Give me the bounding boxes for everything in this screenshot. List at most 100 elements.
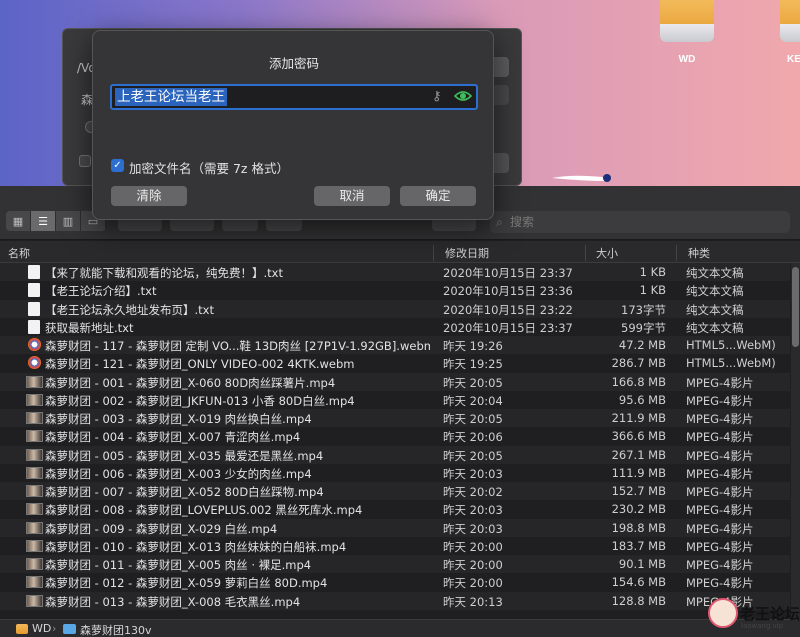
file-name: 森萝财团 - 010 - 森萝财团_X-013 肉丝妹妹的白船袜.mp4 [45, 539, 347, 554]
file-row[interactable]: 森萝财团 - 012 - 森萝财团_X-059 萝莉白丝 80D.mp4 昨天 2… [0, 573, 790, 592]
file-name: 森萝财团 - 013 - 森萝财团_X-008 毛衣黑丝.mp4 [45, 594, 301, 609]
file-kind: 纯文本文稿 [686, 266, 744, 280]
file-size: 95.6 MB [618, 392, 666, 407]
video-file-icon [26, 375, 43, 388]
text-file-icon [28, 283, 40, 298]
dialog-title: 添加密码 [268, 56, 319, 71]
video-file-icon [26, 576, 43, 589]
file-row[interactable]: 森萝财团 - 007 - 森萝财团_X-052 80D白丝踩物.mp4 昨天 20… [0, 482, 790, 501]
file-date: 2020年10月15日 23:37 [443, 320, 573, 335]
file-size: 198.8 MB [611, 520, 666, 535]
file-kind: MPEG-4影片 [686, 539, 754, 554]
drive-icon [16, 624, 28, 634]
file-name: 森萝财团 - 004 - 森萝财团_X-007 青涩肉丝.mp4 [45, 430, 301, 445]
file-kind: MPEG-4影片 [686, 576, 754, 591]
file-size: 599字节 [621, 320, 666, 335]
file-size: 166.8 MB [611, 374, 666, 389]
file-date: 昨天 20:04 [443, 393, 503, 408]
file-kind: HTML5...WebM) [686, 338, 776, 352]
file-row[interactable]: 森萝财团 - 001 - 森萝财团_X-060 80D肉丝踩薯片.mp4 昨天 2… [0, 372, 790, 391]
file-date: 昨天 20:00 [443, 558, 503, 572]
file-row[interactable]: 森萝财团 - 117 - 森萝财团 定制 VO...鞋 13D肉丝 [27P1V… [0, 336, 790, 355]
file-name: 【来了就能下载和观看的论坛，纯免费！】.txt [45, 266, 283, 280]
wd-drive-icon[interactable] [660, 0, 714, 42]
text-file-icon [28, 301, 40, 316]
path-drive[interactable]: WD [32, 622, 51, 635]
file-row[interactable]: 森萝财团 - 003 - 森萝财团_X-019 肉丝换白丝.mp4 昨天 20:0… [0, 409, 790, 428]
file-size: 366.6 MB [611, 429, 666, 444]
file-row[interactable]: 森萝财团 - 010 - 森萝财团_X-013 肉丝妹妹的白船袜.mp4 昨天 2… [0, 536, 790, 555]
view-switcher[interactable]: ▦ ☰ ▥ ▭ [6, 211, 106, 231]
video-file-icon [26, 558, 43, 570]
path-separator-icon: › [52, 622, 57, 635]
file-row[interactable]: 【来了就能下载和观看的论坛，纯免费！】.txt 2020年10月15日 23:37… [0, 263, 790, 282]
file-kind: MPEG-4影片 [686, 448, 754, 463]
file-name: 获取最新地址.txt [45, 320, 134, 335]
scroll-thumb[interactable] [792, 267, 799, 347]
encrypt-filenames-checkbox[interactable]: ✓ [111, 159, 124, 172]
video-file-icon [26, 503, 43, 516]
video-file-icon [26, 521, 43, 534]
file-size: 173字节 [621, 302, 666, 317]
clear-button[interactable]: 清除 [111, 186, 187, 206]
column-view-button[interactable]: ▥ [56, 211, 81, 231]
file-row[interactable]: 森萝财团 - 009 - 森萝财团_X-029 白丝.mp4 昨天 20:03 19… [0, 518, 790, 537]
date-column-header[interactable]: 修改日期 [445, 245, 489, 261]
file-date: 昨天 20:00 [443, 576, 503, 591]
eye-icon[interactable] [454, 88, 472, 104]
file-date: 昨天 20:05 [443, 448, 503, 463]
password-field[interactable]: 上老王论坛当老王 ⚷ [110, 84, 478, 110]
file-row[interactable]: 获取最新地址.txt 2020年10月15日 23:37 599字节 纯文本文稿 [0, 317, 790, 336]
file-kind: MPEG-4影片 [686, 375, 754, 390]
file-kind: HTML5...WebM) [686, 356, 776, 371]
cancel-button[interactable]: 取消 [314, 186, 390, 206]
file-row[interactable]: 森萝财团 - 004 - 森萝财团_X-007 青涩肉丝.mp4 昨天 20:06… [0, 427, 790, 446]
file-row[interactable]: 【老王论坛永久地址发布页】.txt 2020年10月15日 23:22 173字节 纯… [0, 299, 790, 318]
file-kind: MPEG-4影片 [686, 485, 754, 499]
file-date: 昨天 20:02 [443, 485, 503, 499]
ke-drive-icon[interactable] [780, 0, 800, 42]
desktop-wisp-icon [552, 174, 611, 182]
file-name: 森萝财团 - 117 - 森萝财团 定制 VO...鞋 13D肉丝 [27P1V… [45, 339, 430, 353]
file-date: 昨天 19:26 [443, 339, 503, 353]
file-name: 森萝财团 - 007 - 森萝财团_X-052 80D白丝踩物.mp4 [45, 485, 324, 499]
file-name: 【老王论坛介绍】.txt [45, 284, 157, 299]
file-size: 211.9 MB [611, 411, 666, 425]
file-size: 128.8 MB [611, 593, 666, 608]
video-file-icon [26, 539, 43, 552]
file-row[interactable]: 森萝财团 - 011 - 森萝财团_X-005 肉丝 · 裸足.mp4 昨天 20… [0, 555, 790, 574]
search-input[interactable]: ⌕ 搜索 [490, 211, 790, 233]
file-size: 152.7 MB [611, 484, 666, 498]
file-row[interactable]: 森萝财团 - 002 - 森萝财团_JKFUN-013 小香 80D白丝.mp4… [0, 390, 790, 409]
option-checkbox[interactable] [79, 155, 91, 167]
file-row[interactable]: 森萝财团 - 013 - 森萝财团_X-008 毛衣黑丝.mp4 昨天 20:13… [0, 591, 790, 610]
kind-column-header[interactable]: 种类 [688, 245, 710, 261]
file-row[interactable]: 森萝财团 - 121 - 森萝财团_ONLY VIDEO-002 4KTK.we… [0, 354, 790, 373]
file-date: 昨天 20:03 [443, 503, 503, 518]
file-row[interactable]: 森萝财团 - 005 - 森萝财团_X-035 最爱还是黑丝.mp4 昨天 20:… [0, 445, 790, 464]
file-name: 森萝财团 - 003 - 森萝财团_X-019 肉丝换白丝.mp4 [45, 412, 312, 426]
column-header: 名称 修改日期 大小 种类 [0, 241, 800, 263]
finder-window: ▦ ☰ ▥ ▭ ⌕ 搜索 名称 修改日期 大小 种类 【来了就能下载和观看的论坛… [0, 186, 800, 637]
file-row[interactable]: 森萝财团 - 008 - 森萝财团_LOVEPLUS.002 黑丝死库水.mp4… [0, 500, 790, 519]
webm-file-icon [28, 356, 41, 370]
file-name: 森萝财团 - 002 - 森萝财团_JKFUN-013 小香 80D白丝.mp4 [45, 393, 355, 408]
file-row[interactable]: 【老王论坛介绍】.txt 2020年10月15日 23:36 1 KB 纯文本文稿 [0, 281, 790, 300]
ok-button[interactable]: 确定 [400, 186, 476, 206]
file-row[interactable]: 森萝财团 - 006 - 森萝财团_X-003 少女的肉丝.mp4 昨天 20:0… [0, 463, 790, 482]
file-date: 昨天 19:25 [443, 357, 503, 372]
video-file-icon [26, 412, 43, 424]
size-column-header[interactable]: 大小 [596, 245, 618, 261]
list-view-button[interactable]: ☰ [31, 211, 56, 231]
file-name: 森萝财团 - 121 - 森萝财团_ONLY VIDEO-002 4KTK.we… [45, 357, 355, 372]
file-size: 90.1 MB [618, 557, 666, 571]
wd-drive-label: WD [678, 54, 696, 65]
file-name: 森萝财团 - 005 - 森萝财团_X-035 最爱还是黑丝.mp4 [45, 448, 324, 463]
file-name: 森萝财团 - 001 - 森萝财团_X-060 80D肉丝踩薯片.mp4 [45, 375, 336, 390]
key-icon[interactable]: ⚷ [432, 89, 442, 104]
name-column-header[interactable]: 名称 [8, 245, 30, 261]
vertical-scrollbar[interactable] [791, 263, 800, 619]
icon-view-button[interactable]: ▦ [6, 211, 31, 231]
path-folder[interactable]: 森萝财团130v [80, 622, 152, 637]
path-bar: WD › 森萝财团130v [0, 619, 800, 637]
